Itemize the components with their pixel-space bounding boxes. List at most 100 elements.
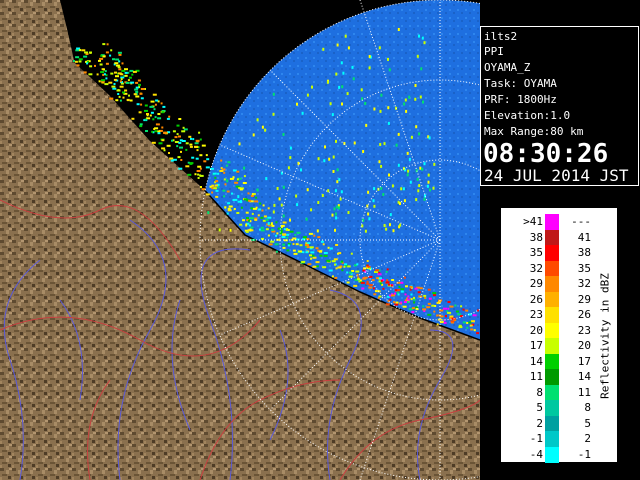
echo-pixel [195, 157, 199, 160]
echo-pixel [310, 208, 313, 212]
echo-pixel [212, 172, 217, 175]
echo-pixel [336, 205, 339, 209]
echo-pixel [287, 166, 290, 170]
echo-pixel [315, 261, 320, 264]
echo-pixel [423, 162, 426, 166]
echo-pixel [422, 305, 425, 308]
legend-row: 17 20 [503, 338, 599, 354]
legend-row-high: -1 [577, 447, 591, 461]
echo-pixel [182, 126, 185, 129]
legend-row-high: 8 [584, 401, 591, 414]
radar-label: OYAMA_Z [484, 61, 531, 74]
echo-pixel [412, 298, 416, 301]
echo-pixel [245, 223, 248, 227]
echo-pixel [443, 321, 447, 324]
legend-row-high: 5 [584, 416, 591, 430]
echo-pixel [368, 286, 373, 289]
echo-pixel [261, 125, 264, 129]
echo-pixel [286, 236, 289, 239]
echo-pixel [263, 215, 267, 218]
echo-pixel [395, 143, 398, 147]
echo-pixel [402, 187, 405, 191]
echo-pixel [78, 60, 82, 63]
echo-pixel [426, 184, 429, 188]
echo-pixel [267, 234, 270, 237]
echo-pixel [196, 149, 199, 152]
legend-swatch [545, 307, 559, 323]
echo-pixel [395, 301, 399, 304]
echo-pixel [134, 88, 139, 91]
echo-pixel [220, 159, 223, 162]
echo-pixel [270, 222, 273, 226]
echo-pixel [348, 271, 352, 274]
echo-pixel [215, 195, 219, 198]
echo-pixel [160, 102, 163, 105]
echo-pixel [283, 239, 288, 242]
echo-pixel [149, 105, 154, 108]
echo-pixel [192, 138, 195, 141]
legend-row: 20 23 [503, 322, 599, 339]
echo-pixel [365, 123, 368, 127]
echo-pixel [110, 72, 114, 75]
echo-pixel [211, 184, 215, 187]
echo-pixel [406, 298, 410, 301]
echo-pixel [265, 228, 269, 231]
echo-pixel [379, 277, 382, 280]
echo-pixel [338, 206, 340, 210]
echo-pixel [373, 107, 376, 111]
echo-pixel [447, 311, 452, 314]
echo-pixel [243, 166, 246, 170]
echo-pixel [427, 313, 432, 316]
echo-pixel [289, 218, 291, 222]
echo-pixel [146, 113, 149, 115]
echo-pixel [287, 244, 290, 247]
echo-pixel [418, 34, 420, 38]
echo-pixel [308, 232, 313, 235]
echo-pixel [331, 113, 334, 117]
echo-pixel [335, 244, 339, 246]
echo-pixel [197, 165, 202, 168]
echo-pixel [399, 223, 402, 227]
echo-pixel [411, 311, 415, 314]
echo-pixel [223, 171, 226, 174]
echo-pixel [310, 257, 313, 260]
legend-row-low: -1 [529, 432, 543, 445]
echo-pixel [248, 219, 250, 222]
echo-pixel [255, 206, 258, 209]
echo-pixel [403, 276, 406, 279]
echo-pixel [146, 117, 151, 120]
echo-pixel [166, 117, 170, 120]
legend-row-low: >41 [523, 215, 543, 228]
echo-pixel [352, 77, 355, 81]
prf-label: PRF: 1800Hz [484, 93, 557, 106]
echo-pixel [356, 263, 359, 266]
echo-pixel [408, 157, 411, 161]
echo-pixel [407, 295, 410, 298]
echo-pixel [431, 304, 435, 307]
reflectivity-legend: >41 --- 38 41 35 38 32 35 29 32 26 29 23 26 20 23 17 20 14… [499, 206, 619, 464]
echo-pixel [423, 197, 426, 201]
echo-pixel [367, 190, 370, 194]
echo-pixel [226, 179, 229, 183]
echo-pixel [140, 103, 143, 106]
echo-pixel [334, 228, 336, 232]
legend-row-low: 20 [529, 323, 543, 337]
echo-pixel [417, 189, 420, 193]
echo-pixel [427, 288, 431, 291]
echo-pixel [140, 97, 144, 100]
echo-pixel [347, 211, 350, 214]
echo-pixel [340, 61, 343, 65]
echo-pixel [385, 281, 390, 284]
echo-pixel [222, 189, 226, 192]
echo-pixel [458, 326, 463, 329]
echo-pixel [105, 62, 109, 65]
echo-pixel [397, 293, 400, 296]
echo-pixel [121, 69, 126, 72]
echo-pixel [416, 177, 419, 181]
date-display: 24 JUL 2014 JST [484, 166, 629, 185]
echo-pixel [139, 92, 143, 95]
echo-pixel [296, 231, 301, 234]
echo-pixel [321, 194, 324, 197]
echo-pixel [385, 227, 388, 231]
echo-pixel [194, 173, 197, 176]
